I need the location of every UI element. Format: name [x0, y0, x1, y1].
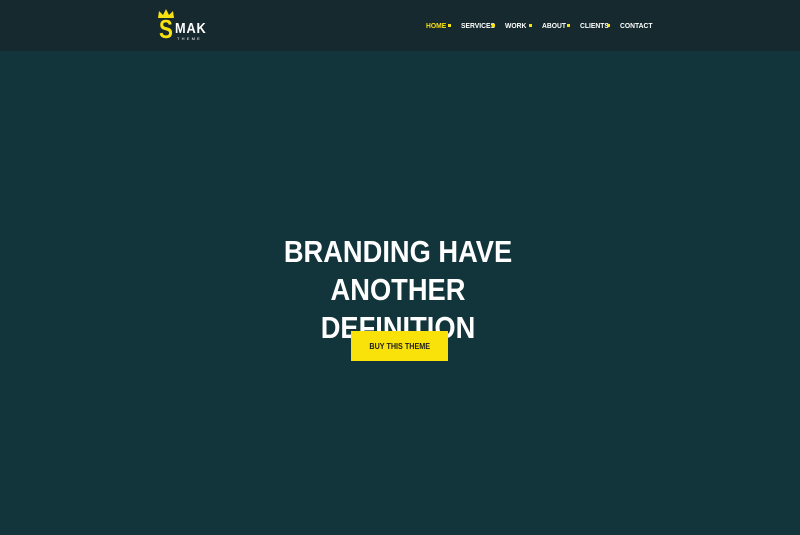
- nav-item-home[interactable]: HOME: [426, 20, 446, 31]
- hero-title-line-1: BRANDING HAVE ANOTHER: [283, 234, 513, 307]
- buy-theme-button[interactable]: BUY THIS THEME: [351, 331, 448, 361]
- buy-theme-button-label: BUY THIS THEME: [369, 341, 430, 351]
- brand-logo[interactable]: S MAK THEME: [157, 9, 207, 43]
- nav-separator: [567, 24, 570, 27]
- nav-separator: [492, 24, 495, 27]
- nav-item-contact[interactable]: CONTACT: [620, 20, 652, 31]
- hero-title: BRANDING HAVE ANOTHER DEFINITION: [224, 233, 572, 347]
- nav-separator: [448, 24, 451, 27]
- nav-item-about[interactable]: ABOUT: [542, 20, 566, 31]
- nav-item-services[interactable]: SERVICES: [461, 20, 495, 31]
- nav-item-work[interactable]: WORK: [505, 20, 526, 31]
- brand-letter: S: [159, 14, 173, 44]
- brand-name: MAK: [175, 20, 207, 37]
- brand-tagline: THEME: [177, 36, 202, 41]
- site-header: S MAK THEME HOME SERVICES WORK ABOUT CLI…: [0, 0, 800, 51]
- nav-separator: [529, 24, 532, 27]
- nav-separator: [607, 24, 610, 27]
- nav-item-clients[interactable]: CLIENTS: [580, 20, 609, 31]
